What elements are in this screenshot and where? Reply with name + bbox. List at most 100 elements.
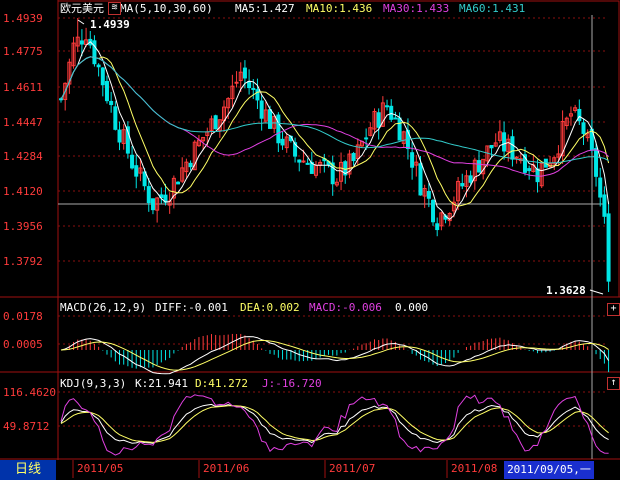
price-tick: 1.4447 <box>3 116 43 129</box>
ma60-line <box>60 56 609 164</box>
macd-tick: 0.0178 <box>3 310 43 323</box>
kdj-j: J:-16.720 <box>262 377 322 390</box>
date-label: 2011/08 <box>451 462 497 475</box>
candle-body <box>188 162 193 168</box>
low-label: 1.3628 <box>546 284 586 297</box>
dea-line <box>60 340 609 371</box>
ma-header-label: MA(5,10,30,60) <box>120 2 213 15</box>
candle-body <box>297 159 302 163</box>
kdj-k: K:21.941 <box>135 377 188 390</box>
candle-body <box>376 112 381 128</box>
high-arrow <box>77 19 85 25</box>
price-tick: 1.4120 <box>3 185 43 198</box>
candle-body <box>213 115 218 130</box>
macd-header-label: MACD(26,12,9) <box>60 301 146 314</box>
candle-body <box>280 138 285 146</box>
kdj-expand-icon[interactable]: ↑ <box>607 377 620 390</box>
candle-body <box>418 163 423 196</box>
candle-body <box>268 109 272 129</box>
candle-body <box>176 181 181 185</box>
macd-value: MACD:-0.006 <box>309 301 382 314</box>
candle-body <box>96 64 101 68</box>
candle-body <box>389 105 394 120</box>
ma5-value: MA5:1.427 <box>235 2 295 15</box>
ma60-value: MA60:1.431 <box>459 2 525 15</box>
macd-expand-icon[interactable]: + <box>607 303 620 316</box>
candle-body <box>255 89 260 101</box>
price-tick: 1.4284 <box>3 150 43 163</box>
candle-body <box>251 87 256 90</box>
kdj-panel <box>60 394 609 456</box>
price-tick: 1.4939 <box>3 12 43 25</box>
price-frame <box>57 0 620 298</box>
candle-body <box>431 199 436 223</box>
price-tick: 1.3792 <box>3 255 43 268</box>
candle-body <box>606 213 611 282</box>
candle-body <box>234 81 239 84</box>
price-tick: 1.4611 <box>3 81 43 94</box>
candle-body <box>79 40 84 45</box>
candle-body <box>247 81 252 89</box>
candle-body <box>242 67 247 79</box>
period-tab-daily[interactable]: 日线 <box>0 460 56 480</box>
candle-body <box>146 186 151 204</box>
candle-body <box>581 122 586 134</box>
ma-settings-icon[interactable]: ≋ <box>108 2 121 15</box>
panel-title: 欧元美元 <box>60 2 104 15</box>
kdj-tick: 49.8712 <box>3 420 49 433</box>
candle-body <box>602 194 607 217</box>
candle-body <box>594 148 599 177</box>
kdj-d-line <box>60 405 609 443</box>
price-tick: 1.3956 <box>3 220 43 233</box>
macd-extra: 0.000 <box>395 301 428 314</box>
candle-body <box>468 175 473 183</box>
macd-panel <box>60 333 610 375</box>
candle-body <box>134 165 139 177</box>
candle-body <box>301 160 306 163</box>
kdj-k-line <box>60 403 609 444</box>
candle-body <box>514 156 519 159</box>
candle-body <box>364 137 369 140</box>
candle-body <box>527 168 532 172</box>
axis-labels: 1.4939 1.4775 1.4611 1.4447 1.4284 1.412… <box>3 12 56 433</box>
candle-body <box>502 132 507 152</box>
candle-body <box>410 152 415 168</box>
diff-line <box>60 336 610 375</box>
candle-body <box>393 117 398 120</box>
ma5-line <box>60 41 610 221</box>
candle-body <box>276 114 281 144</box>
candle-body <box>130 154 135 169</box>
candle-body <box>150 198 155 211</box>
price-tick: 1.4775 <box>3 45 43 58</box>
candle-body <box>435 223 440 231</box>
date-label: 2011/06 <box>203 462 249 475</box>
candle-body <box>113 106 118 130</box>
forex-chart: 欧元美元 MA(5,10,30,60) MA5:1.427 MA10:1.436… <box>0 0 620 478</box>
candle-body <box>259 100 264 119</box>
date-label: 2011/05 <box>77 462 123 475</box>
kdj-header-label: KDJ(9,3,3) <box>60 377 126 390</box>
candle-body <box>351 153 356 162</box>
kdj-d: D:41.272 <box>195 377 248 390</box>
candle-body <box>489 144 494 149</box>
candle-body <box>385 105 390 108</box>
high-label: 1.4939 <box>90 18 130 31</box>
macd-dea: DEA:0.002 <box>240 301 300 314</box>
candle-body <box>104 81 109 102</box>
kdj-tick: 116.4620 <box>3 386 56 399</box>
candle-body <box>426 190 431 199</box>
candle-body <box>477 160 481 173</box>
candle-body <box>397 117 402 141</box>
candle-body <box>510 136 515 160</box>
candle-body <box>305 162 310 165</box>
ma10-value: MA10:1.436 <box>306 2 372 15</box>
candle-body <box>109 100 114 106</box>
candle-body <box>142 171 147 187</box>
macd-diff: DIFF:-0.001 <box>155 301 228 314</box>
candle-body <box>598 177 603 198</box>
ma30-value: MA30:1.433 <box>383 2 449 15</box>
candle-body <box>100 67 105 86</box>
candle-body <box>117 129 122 143</box>
candle-body <box>460 183 465 187</box>
macd-tick: 0.0005 <box>3 338 43 351</box>
